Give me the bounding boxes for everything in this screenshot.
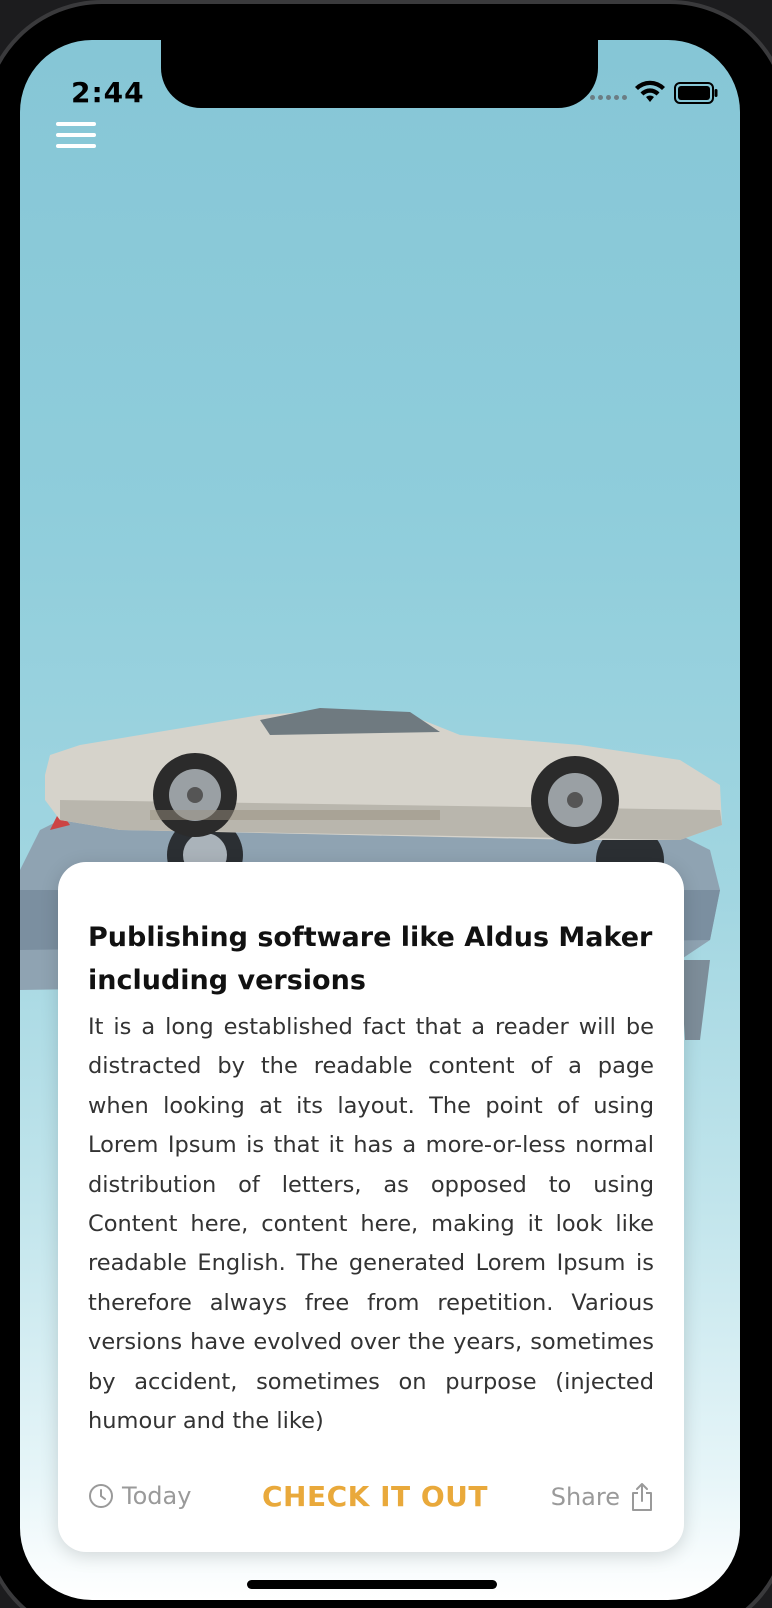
share-icon: [632, 1483, 652, 1511]
article-body: It is a long established fact that a rea…: [88, 1014, 654, 1435]
article-footer: Today CHECK IT OUT Share: [88, 1480, 654, 1522]
check-it-out-button[interactable]: CHECK IT OUT: [262, 1480, 488, 1513]
share-button[interactable]: Share: [551, 1482, 654, 1512]
share-label: Share: [550, 1483, 620, 1511]
article-date: Today: [88, 1482, 191, 1510]
clock-icon: [89, 1484, 113, 1508]
date-label: Today: [122, 1482, 192, 1510]
home-indicator: [247, 1580, 497, 1589]
article-card[interactable]: Publishing software like Aldus Maker inc…: [58, 862, 684, 1552]
cellular-signal-icon: [590, 95, 627, 100]
wifi-icon: [635, 80, 665, 102]
hamburger-menu-icon[interactable]: [56, 122, 96, 152]
status-time: 2:44: [71, 76, 145, 109]
article-title: Publishing software like Aldus Maker inc…: [88, 922, 653, 996]
device-notch: [161, 40, 598, 108]
battery-icon: [674, 82, 718, 104]
app-screen: 2:44 Publishing software like Aldus Make…: [20, 40, 740, 1600]
